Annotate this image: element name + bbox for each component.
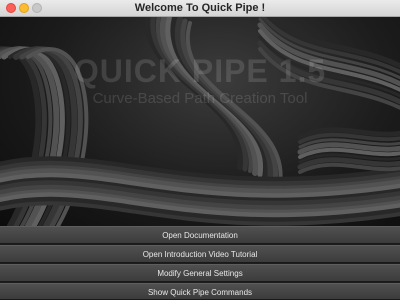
- modify-settings-button[interactable]: Modify General Settings: [0, 264, 400, 282]
- title-bar[interactable]: Welcome To Quick Pipe !: [0, 0, 400, 17]
- open-video-tutorial-button[interactable]: Open Introduction Video Tutorial: [0, 245, 400, 263]
- window-title: Welcome To Quick Pipe !: [134, 2, 266, 14]
- logo-title: QUICK PIPE 1.5: [73, 53, 327, 89]
- logo-subtitle: Curve-Based Path Creation Tool: [92, 90, 308, 107]
- pipe-artwork: [0, 17, 400, 226]
- open-documentation-button[interactable]: Open Documentation: [0, 226, 400, 244]
- welcome-window: Welcome To Quick Pipe ! QUICK PIPE 1.5 C…: [0, 0, 400, 300]
- show-commands-button[interactable]: Show Quick Pipe Commands: [0, 283, 400, 300]
- splash-image: QUICK PIPE 1.5 Curve-Based Path Creation…: [0, 17, 400, 226]
